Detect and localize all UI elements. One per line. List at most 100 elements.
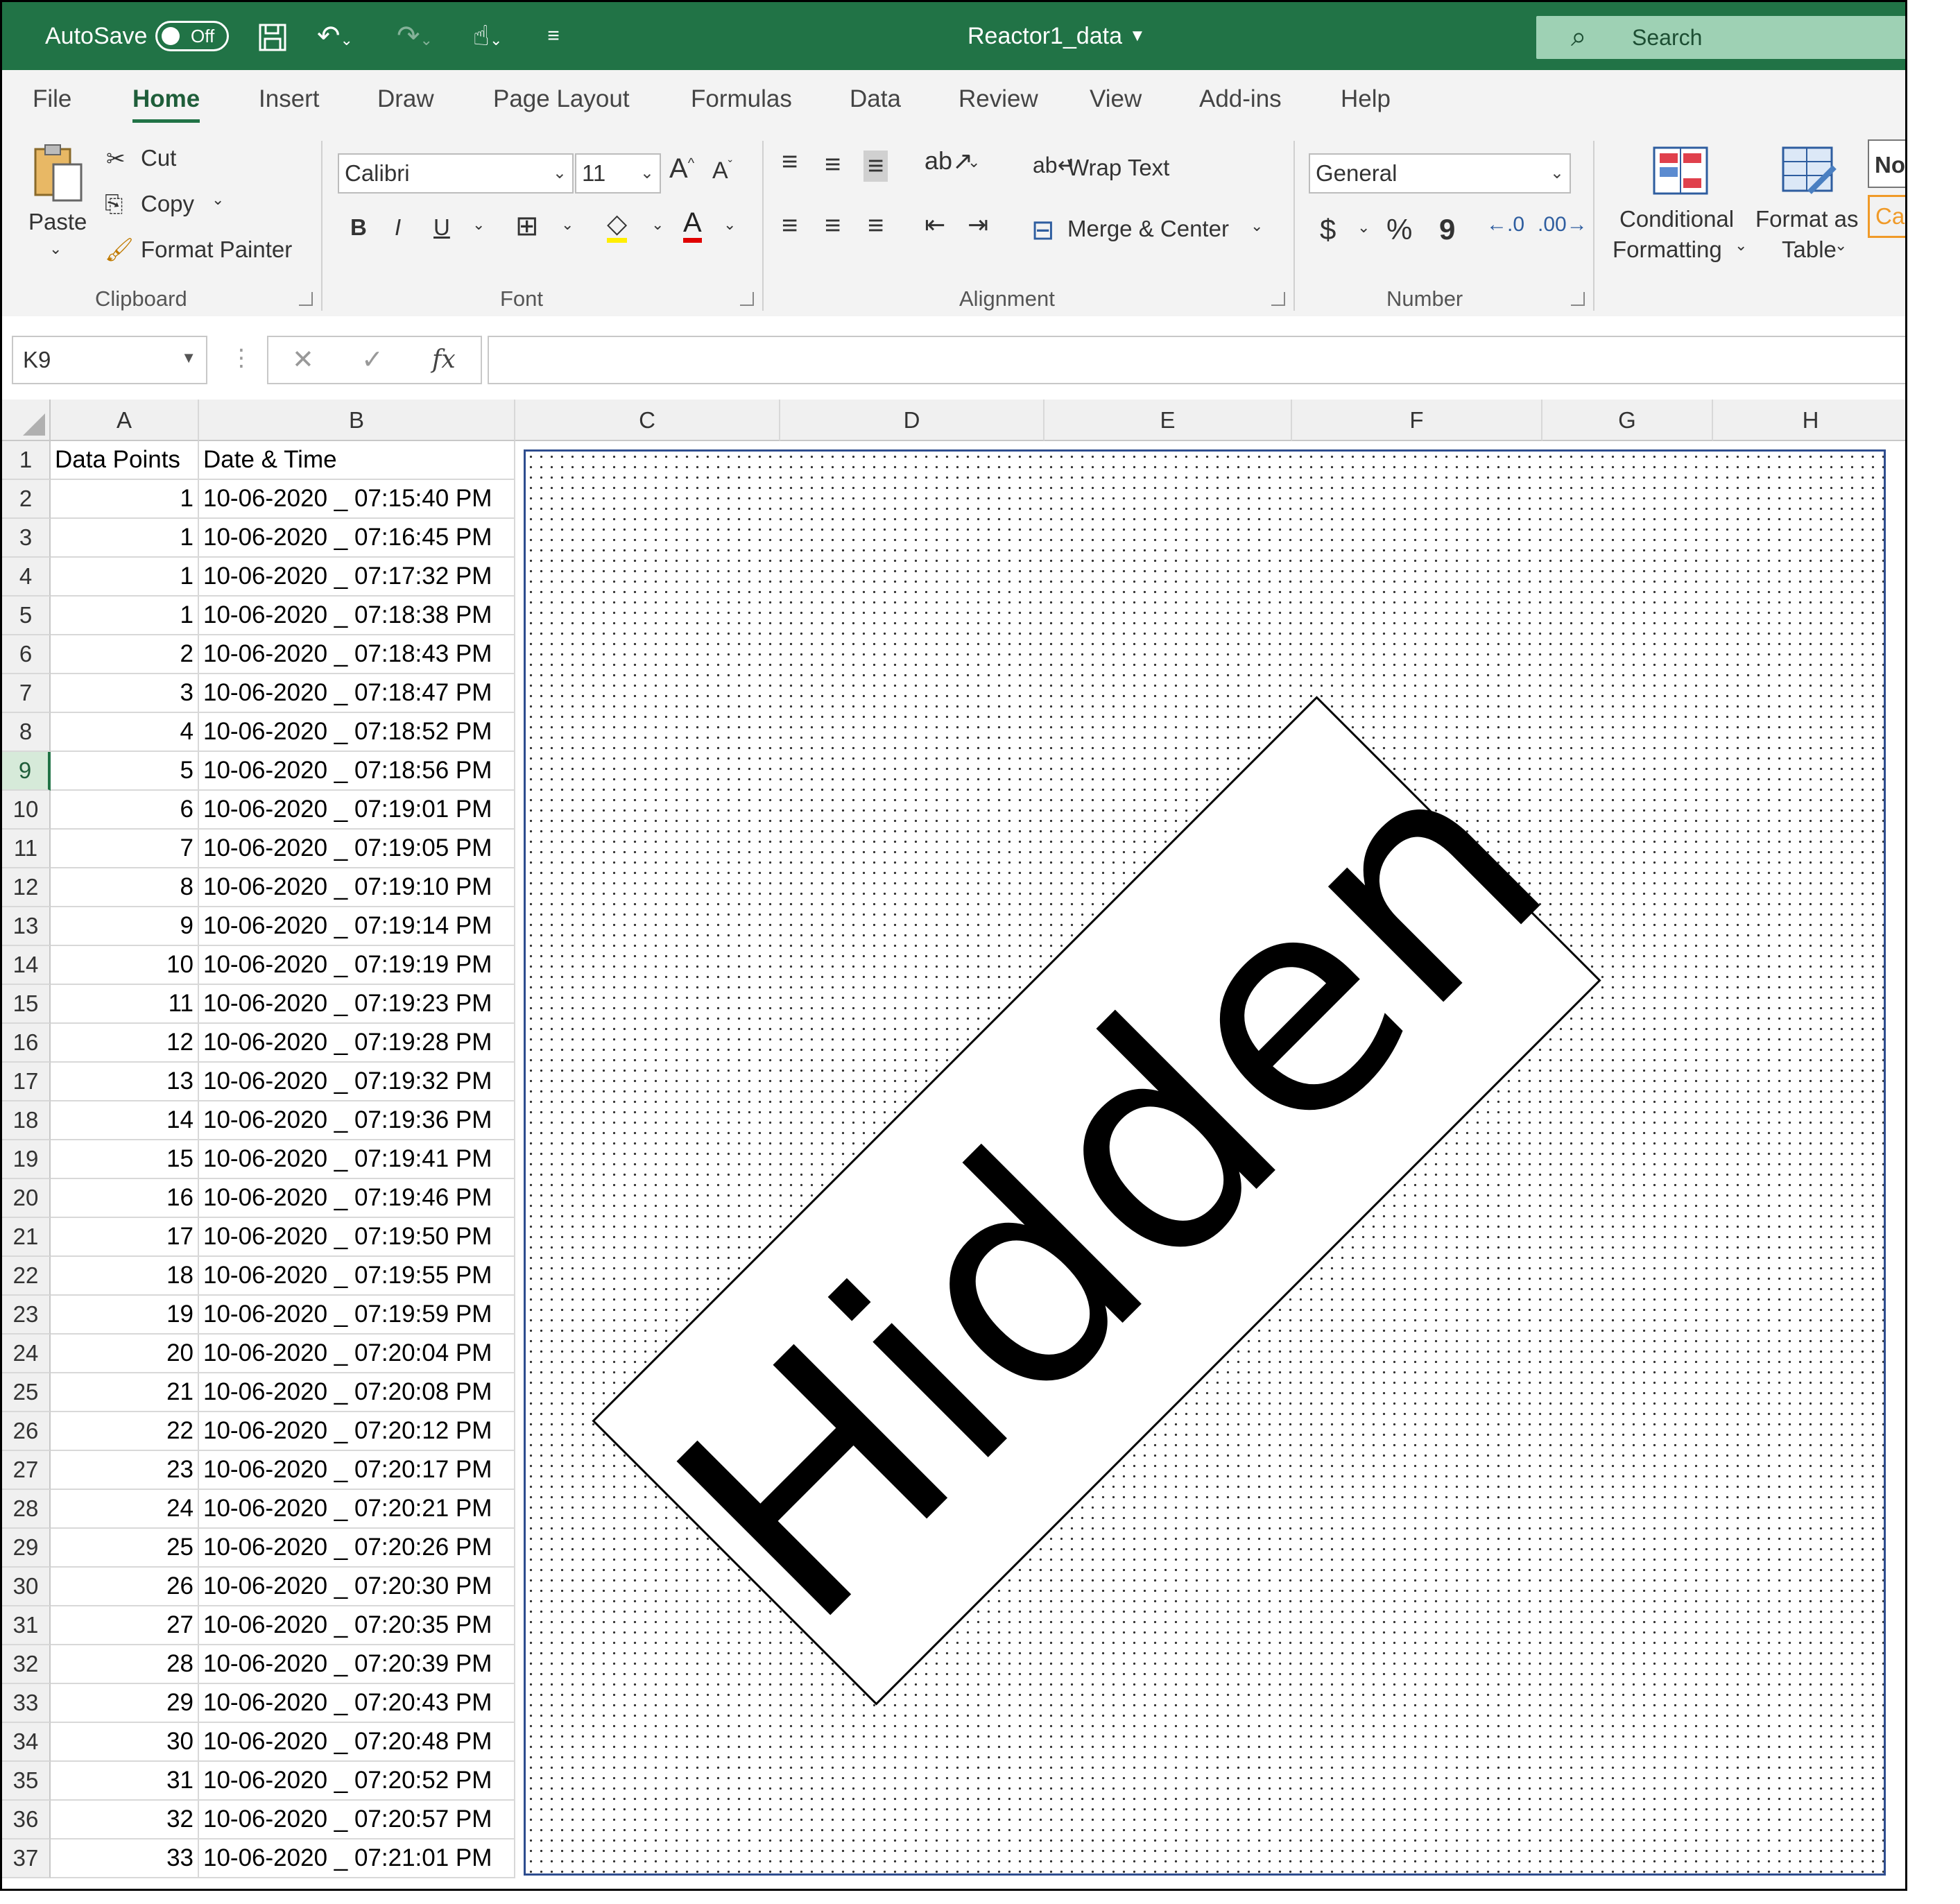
touch-mode-icon[interactable]: ☝⌄ xyxy=(456,2,519,70)
data-point-cell[interactable]: 16 xyxy=(51,1179,199,1218)
data-point-cell[interactable]: 28 xyxy=(51,1645,199,1684)
tab-file[interactable]: File xyxy=(33,85,71,113)
column-header-d[interactable]: D xyxy=(780,400,1045,441)
column-header-e[interactable]: E xyxy=(1045,400,1292,441)
date-time-cell[interactable]: 10-06-2020 _ 07:20:04 PM xyxy=(199,1335,515,1373)
bold-button[interactable]: B xyxy=(350,214,367,241)
column-header-c[interactable]: C xyxy=(515,400,780,441)
date-time-cell[interactable]: 10-06-2020 _ 07:18:52 PM xyxy=(199,713,515,752)
file-name[interactable]: Reactor1_data xyxy=(968,2,1122,70)
format-as-table-label-2[interactable]: Table xyxy=(1782,237,1837,263)
autosave-toggle[interactable]: Off xyxy=(155,21,229,51)
date-time-cell[interactable]: 10-06-2020 _ 07:20:39 PM xyxy=(199,1645,515,1684)
paste-button[interactable]: Paste xyxy=(28,209,87,235)
row-header[interactable]: 18 xyxy=(2,1101,51,1140)
wrap-text-button[interactable]: Wrap Text xyxy=(1067,155,1169,181)
row-header[interactable]: 37 xyxy=(2,1839,51,1878)
date-time-cell[interactable]: 10-06-2020 _ 07:19:46 PM xyxy=(199,1179,515,1218)
tab-home[interactable]: Home xyxy=(132,85,200,123)
column-header-g[interactable]: G xyxy=(1542,400,1713,441)
header-cell-data-points[interactable]: Data Points xyxy=(51,441,199,480)
data-point-cell[interactable]: 1 xyxy=(51,480,199,519)
comma-style-button[interactable]: 9 xyxy=(1439,213,1455,246)
row-header[interactable]: 22 xyxy=(2,1257,51,1296)
row-header[interactable]: 17 xyxy=(2,1063,51,1101)
date-time-cell[interactable]: 10-06-2020 _ 07:19:23 PM xyxy=(199,985,515,1024)
row-header[interactable]: 14 xyxy=(2,946,51,985)
merge-chevron-icon[interactable]: ⌄ xyxy=(1250,217,1263,235)
decrease-font-icon[interactable]: Aˇ xyxy=(712,157,732,185)
align-top-icon[interactable]: ≡ xyxy=(782,146,798,178)
row-header[interactable]: 24 xyxy=(2,1335,51,1373)
date-time-cell[interactable]: 10-06-2020 _ 07:19:14 PM xyxy=(199,907,515,946)
data-point-cell[interactable]: 29 xyxy=(51,1684,199,1723)
data-point-cell[interactable]: 27 xyxy=(51,1606,199,1645)
row-header[interactable]: 12 xyxy=(2,868,51,907)
data-point-cell[interactable]: 15 xyxy=(51,1140,199,1179)
data-point-cell[interactable]: 9 xyxy=(51,907,199,946)
row-header[interactable]: 8 xyxy=(2,713,51,752)
format-as-table-icon[interactable] xyxy=(1782,146,1837,200)
underline-button[interactable]: U xyxy=(433,214,450,241)
date-time-cell[interactable]: 10-06-2020 _ 07:17:32 PM xyxy=(199,558,515,597)
date-time-cell[interactable]: 10-06-2020 _ 07:18:56 PM xyxy=(199,752,515,791)
tab-page-layout[interactable]: Page Layout xyxy=(493,85,630,113)
fill-color-chevron-icon[interactable]: ⌄ xyxy=(651,216,664,234)
date-time-cell[interactable]: 10-06-2020 _ 07:19:41 PM xyxy=(199,1140,515,1179)
conditional-formatting-chevron-icon[interactable]: ⌄ xyxy=(1735,237,1747,255)
data-point-cell[interactable]: 26 xyxy=(51,1568,199,1606)
font-size-select[interactable]: 11 ⌄ xyxy=(575,153,661,194)
date-time-cell[interactable]: 10-06-2020 _ 07:20:17 PM xyxy=(199,1451,515,1490)
insert-function-icon[interactable]: fx xyxy=(432,337,456,383)
style-normal[interactable]: No xyxy=(1868,139,1905,188)
data-point-cell[interactable]: 3 xyxy=(51,674,199,713)
align-middle-icon[interactable]: ≡ xyxy=(825,149,841,180)
currency-chevron-icon[interactable]: ⌄ xyxy=(1357,218,1370,237)
tab-draw[interactable]: Draw xyxy=(377,85,434,113)
format-as-table-chevron-icon[interactable]: ⌄ xyxy=(1834,237,1847,255)
date-time-cell[interactable]: 10-06-2020 _ 07:20:43 PM xyxy=(199,1684,515,1723)
data-point-cell[interactable]: 11 xyxy=(51,985,199,1024)
row-header[interactable]: 27 xyxy=(2,1451,51,1490)
paste-chevron-icon[interactable]: ⌄ xyxy=(49,240,62,258)
tab-view[interactable]: View xyxy=(1090,85,1142,113)
row-header[interactable]: 11 xyxy=(2,830,51,868)
row-header[interactable]: 19 xyxy=(2,1140,51,1179)
data-point-cell[interactable]: 22 xyxy=(51,1412,199,1451)
format-as-table-label-1[interactable]: Format as xyxy=(1755,206,1859,232)
italic-button[interactable]: I xyxy=(395,214,401,241)
tab-data[interactable]: Data xyxy=(850,85,901,113)
date-time-cell[interactable]: 10-06-2020 _ 07:20:08 PM xyxy=(199,1373,515,1412)
underline-chevron-icon[interactable]: ⌄ xyxy=(472,216,485,234)
date-time-cell[interactable]: 10-06-2020 _ 07:19:55 PM xyxy=(199,1257,515,1296)
name-box[interactable]: K9 ▼ xyxy=(12,336,207,384)
row-header[interactable]: 16 xyxy=(2,1024,51,1063)
data-point-cell[interactable]: 21 xyxy=(51,1373,199,1412)
font-color-chevron-icon[interactable]: ⌄ xyxy=(723,216,736,234)
data-point-cell[interactable]: 33 xyxy=(51,1839,199,1878)
number-format-select[interactable]: General ⌄ xyxy=(1309,153,1571,194)
row-header[interactable]: 34 xyxy=(2,1723,51,1762)
column-header-b[interactable]: B xyxy=(199,400,515,441)
row-header[interactable]: 29 xyxy=(2,1529,51,1568)
data-point-cell[interactable]: 6 xyxy=(51,791,199,830)
date-time-cell[interactable]: 10-06-2020 _ 07:20:35 PM xyxy=(199,1606,515,1645)
align-bottom-icon[interactable]: ≡ xyxy=(863,151,888,182)
header-cell-date-time[interactable]: Date & Time xyxy=(199,441,515,480)
formula-input[interactable] xyxy=(488,336,1905,384)
row-header[interactable]: 23 xyxy=(2,1296,51,1335)
date-time-cell[interactable]: 10-06-2020 _ 07:18:43 PM xyxy=(199,635,515,674)
tab-insert[interactable]: Insert xyxy=(259,85,320,113)
conditional-formatting-label-2[interactable]: Formatting xyxy=(1613,237,1722,263)
date-time-cell[interactable]: 10-06-2020 _ 07:20:52 PM xyxy=(199,1762,515,1801)
data-point-cell[interactable]: 4 xyxy=(51,713,199,752)
increase-decimal-icon[interactable]: ←.0 xyxy=(1486,213,1524,237)
decrease-decimal-icon[interactable]: .00→ xyxy=(1538,213,1588,237)
row-header[interactable]: 32 xyxy=(2,1645,51,1684)
data-point-cell[interactable]: 8 xyxy=(51,868,199,907)
font-color-icon[interactable]: A xyxy=(683,207,702,243)
row-header[interactable]: 36 xyxy=(2,1801,51,1839)
row-header[interactable]: 35 xyxy=(2,1762,51,1801)
data-point-cell[interactable]: 32 xyxy=(51,1801,199,1839)
currency-button[interactable]: $ xyxy=(1320,213,1336,246)
